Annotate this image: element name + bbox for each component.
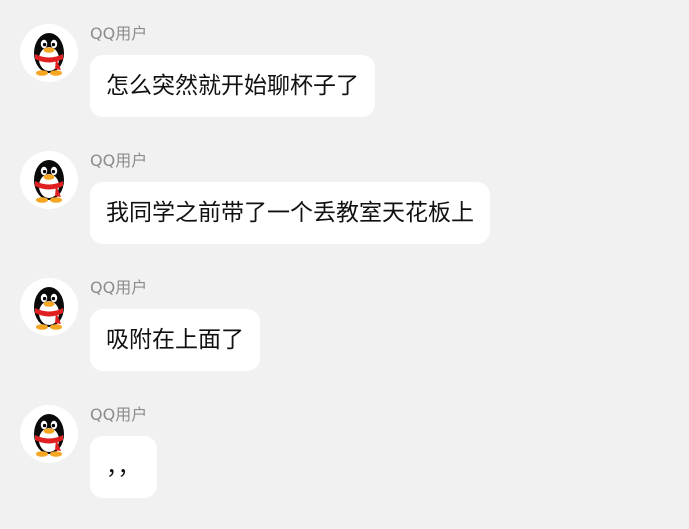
- chat-message: QQ用户 ，，: [0, 405, 689, 515]
- sender-name: QQ用户: [90, 24, 148, 43]
- message-bubble[interactable]: ，，: [90, 436, 157, 498]
- sender-name: QQ用户: [90, 151, 148, 170]
- message-bubble[interactable]: 我同学之前带了一个丢教室天花板上: [90, 182, 490, 244]
- sender-name: QQ用户: [90, 278, 148, 297]
- avatar[interactable]: [20, 24, 78, 82]
- avatar[interactable]: [20, 151, 78, 209]
- qq-penguin-icon: [34, 160, 64, 203]
- sender-name: QQ用户: [90, 405, 148, 424]
- avatar[interactable]: [20, 278, 78, 336]
- qq-penguin-icon: [34, 287, 64, 330]
- message-bubble[interactable]: 怎么突然就开始聊杯子了: [90, 55, 375, 117]
- qq-penguin-icon: [34, 414, 64, 457]
- qq-penguin-icon: [34, 33, 64, 76]
- chat-message: QQ用户 吸附在上面了: [0, 278, 689, 388]
- message-bubble[interactable]: 吸附在上面了: [90, 309, 260, 371]
- avatar[interactable]: [20, 405, 78, 463]
- chat-message: QQ用户 我同学之前带了一个丢教室天花板上: [0, 151, 689, 261]
- chat-message: QQ用户 怎么突然就开始聊杯子了: [0, 24, 689, 134]
- chat-message-list: QQ用户 怎么突然就开始聊杯子了 QQ用户 我同学之前带了一个丢教室天花板上 Q…: [0, 0, 689, 529]
